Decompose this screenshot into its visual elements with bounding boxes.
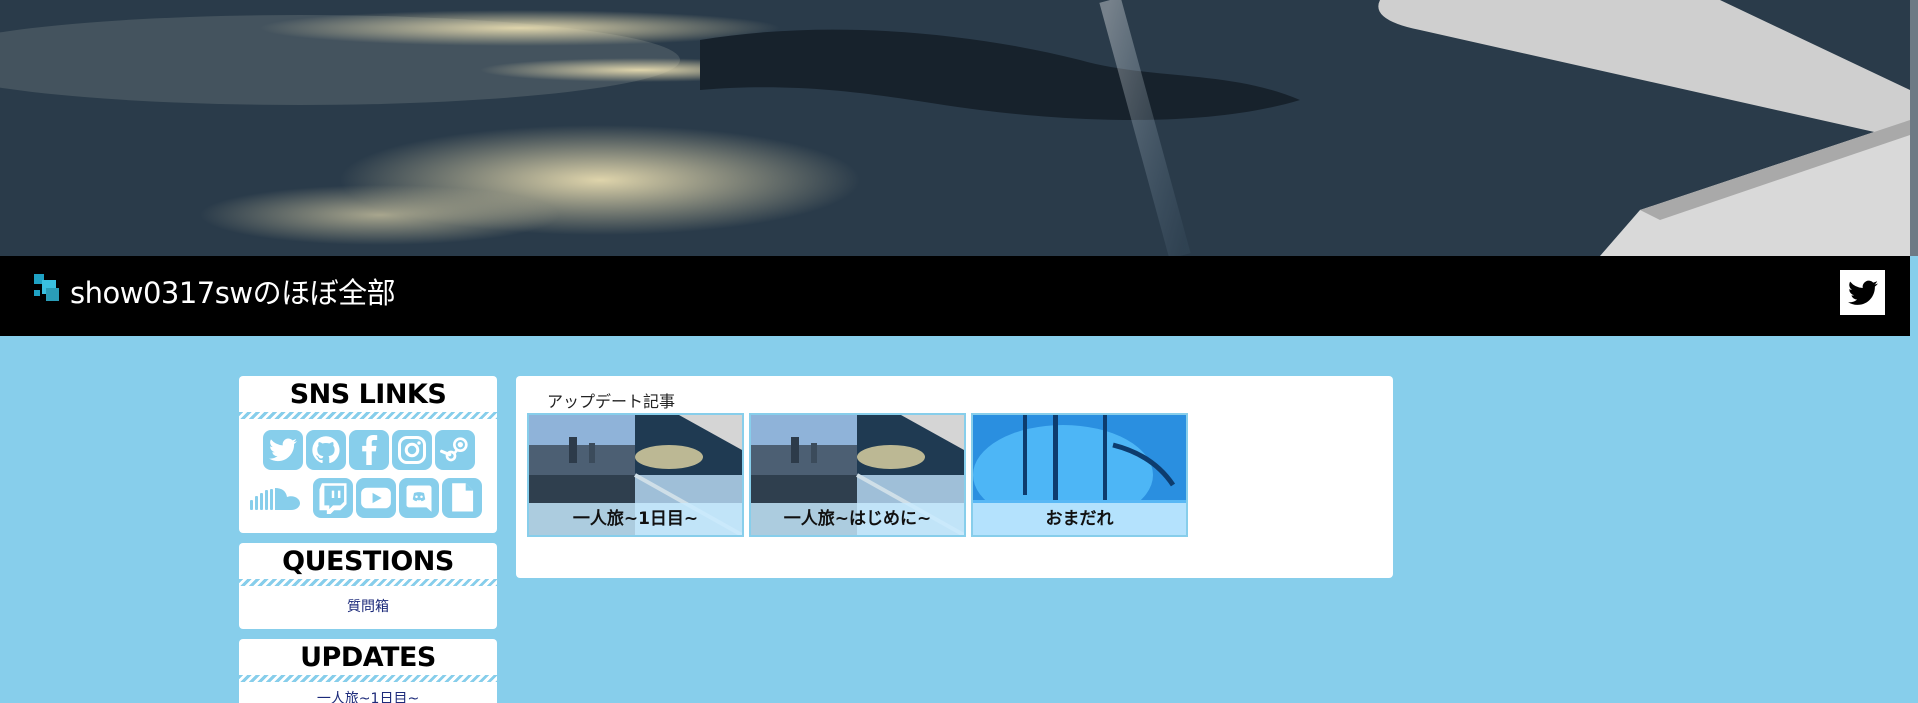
twitch-icon bbox=[319, 483, 347, 514]
title-divider bbox=[239, 412, 497, 419]
article-card[interactable]: 一人旅~はじめに~ bbox=[749, 413, 966, 537]
sns-discord-link[interactable] bbox=[399, 478, 439, 518]
sns-facebook-link[interactable] bbox=[349, 430, 389, 470]
site-logo-icon bbox=[34, 274, 59, 301]
twitter-icon bbox=[269, 438, 297, 462]
update-link[interactable]: 一人旅~1日目~ bbox=[239, 688, 497, 703]
article-card[interactable]: 一人旅~1日目~ bbox=[527, 413, 744, 537]
updates-title: UPDATES bbox=[300, 642, 436, 673]
hero-image bbox=[0, 0, 1910, 256]
site-title[interactable]: show0317swのほぼ全部 bbox=[70, 270, 396, 312]
sns-instagram-link[interactable] bbox=[392, 430, 432, 470]
sns-blog-link[interactable] bbox=[442, 478, 482, 518]
sns-links-title: SNS LINKS bbox=[289, 379, 447, 410]
twitter-icon bbox=[1847, 280, 1878, 305]
sns-twitter-link[interactable] bbox=[263, 430, 303, 470]
title-divider bbox=[239, 579, 497, 586]
sns-steam-link[interactable] bbox=[435, 430, 475, 470]
sns-twitch-link[interactable] bbox=[313, 478, 353, 518]
updates-box: UPDATES 一人旅~1日目~ bbox=[239, 639, 497, 703]
questions-box: QUESTIONS 質問箱 bbox=[239, 543, 497, 629]
updates-panel: アップデート記事 一人旅~1日目~ 一人旅~はじめに~ おまだれ bbox=[516, 376, 1393, 578]
header-twitter-button[interactable] bbox=[1840, 270, 1885, 315]
scrollbar[interactable] bbox=[1910, 0, 1918, 256]
article-title: 一人旅~はじめに~ bbox=[751, 503, 964, 535]
sns-github-link[interactable] bbox=[306, 430, 346, 470]
facebook-icon bbox=[362, 435, 378, 465]
discord-icon bbox=[406, 485, 432, 512]
questions-title: QUESTIONS bbox=[282, 546, 454, 577]
instagram-icon bbox=[398, 436, 426, 464]
github-icon bbox=[312, 436, 340, 464]
article-title: 一人旅~1日目~ bbox=[529, 503, 742, 535]
article-title: おまだれ bbox=[973, 503, 1186, 535]
soundcloud-icon bbox=[250, 488, 300, 510]
sns-links-box: SNS LINKS bbox=[239, 376, 497, 533]
youtube-icon bbox=[361, 487, 391, 509]
title-divider bbox=[239, 675, 497, 682]
sns-youtube-link[interactable] bbox=[356, 478, 396, 518]
question-box-link[interactable]: 質問箱 bbox=[239, 596, 497, 616]
section-label: アップデート記事 bbox=[547, 392, 676, 411]
article-card[interactable]: おまだれ bbox=[971, 413, 1188, 537]
steam-icon bbox=[440, 437, 468, 462]
sns-soundcloud-link[interactable] bbox=[249, 478, 305, 518]
hero-illustration bbox=[0, 0, 1910, 256]
document-icon bbox=[452, 483, 474, 512]
